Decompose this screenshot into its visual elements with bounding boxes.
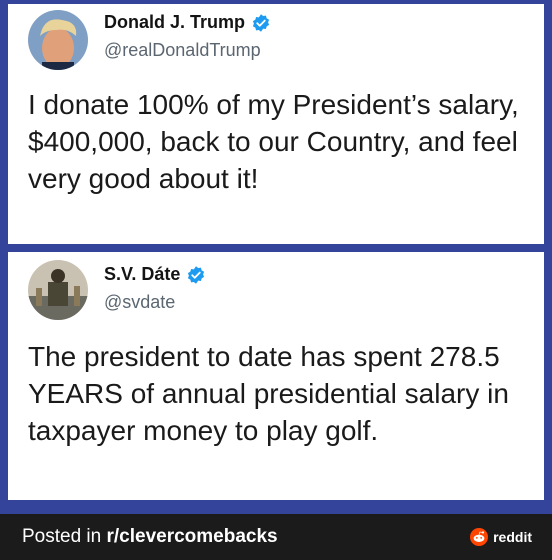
reddit-logo[interactable]: reddit [470,528,532,546]
author-name-text[interactable]: Donald J. Trump [104,12,245,33]
posted-in-text: Posted in r/clevercomebacks [22,526,278,548]
author-name[interactable]: Donald J. Trump [104,12,271,33]
reddit-wordmark: reddit [493,529,532,545]
author-handle[interactable]: @svdate [104,292,175,313]
tweet-card: S.V. Dáte @svdate The president to date … [8,252,544,500]
tweet-card: Donald J. Trump @realDonaldTrump I donat… [8,4,544,244]
screenshot-frame: Donald J. Trump @realDonaldTrump I donat… [0,0,552,514]
subreddit-link[interactable]: r/clevercomebacks [107,526,278,547]
author-name-text[interactable]: S.V. Dáte [104,264,180,285]
author-handle[interactable]: @realDonaldTrump [104,40,261,61]
tweet-text: I donate 100% of my President’s salary, … [28,89,519,194]
posted-in-prefix: Posted in [22,526,107,547]
author-name[interactable]: S.V. Dáte [104,264,206,285]
avatar[interactable] [28,260,88,320]
verified-badge-icon [188,265,205,284]
reddit-alien-icon [470,528,489,546]
tweet-text: The president to date has spent 278.5 YE… [28,341,509,446]
avatar[interactable] [28,10,88,70]
verified-badge-icon [252,13,270,32]
reddit-footer-bar: Posted in r/clevercomebacks reddit [0,514,552,560]
